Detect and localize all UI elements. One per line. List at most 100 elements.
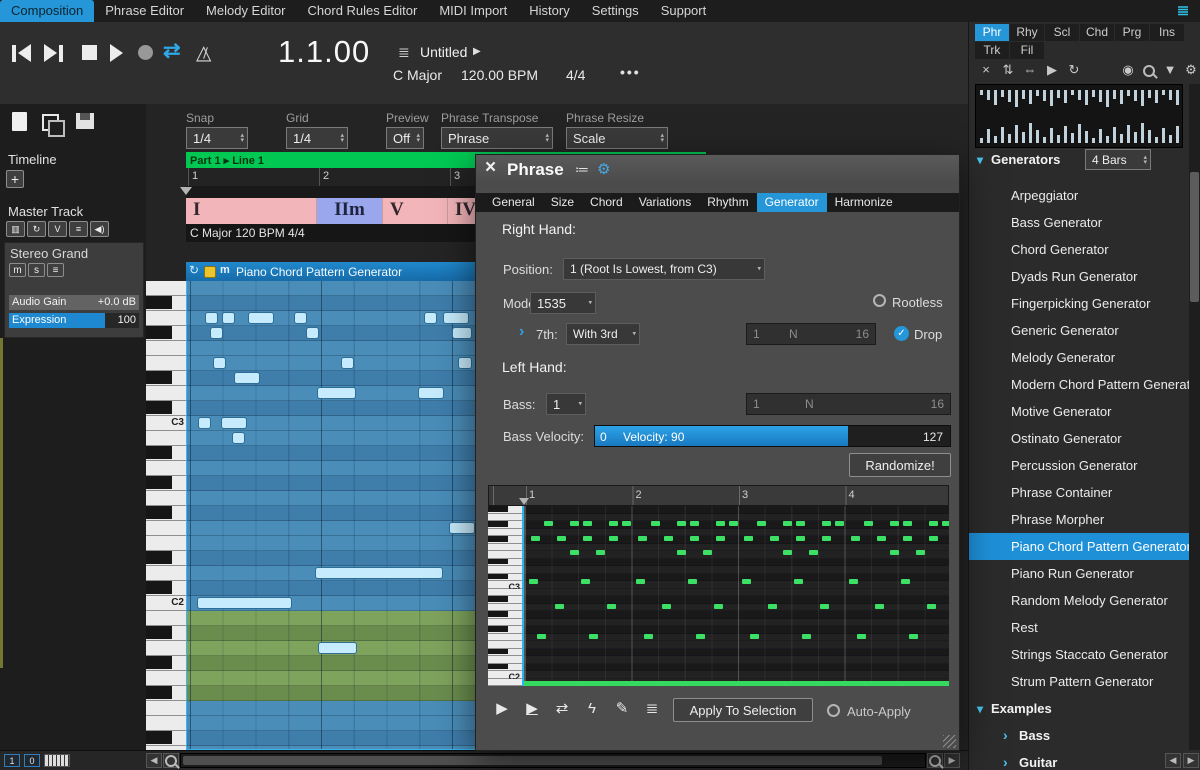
apps-icon[interactable]: ≣ [1172,1,1194,21]
menu-item-composition[interactable]: Composition [0,0,94,22]
panel-tab-chd[interactable]: Chd [1080,24,1114,41]
close-icon[interactable]: × [977,62,995,78]
piano-key[interactable] [146,656,186,671]
scroll-right-button[interactable]: ▶ [1183,753,1199,768]
piano-key[interactable] [488,596,522,604]
menu-item-midi-import[interactable]: MIDI Import [428,0,518,22]
track-menu-button[interactable]: ≡ [47,263,64,277]
midi-note[interactable] [318,642,357,654]
generated-note[interactable] [820,604,829,609]
piano-key[interactable] [146,296,186,311]
song-tempo[interactable]: 120.00 BPM [461,67,538,83]
generated-note[interactable] [794,579,803,584]
menu-item-chord-rules-editor[interactable]: Chord Rules Editor [297,0,429,22]
edit-icon[interactable]: ✎ [610,698,634,720]
go-to-end-button[interactable] [44,44,63,62]
black-key[interactable] [146,446,172,459]
piano-key[interactable] [146,506,186,521]
generator-item-motive-generator[interactable]: Motive Generator [969,398,1189,425]
seventh-dropdown[interactable]: With 3rd▾ [566,323,640,345]
piano-key[interactable] [488,619,522,627]
zoom-in-icon[interactable] [927,753,943,768]
loop-icon[interactable]: ↻ [189,263,199,277]
menu-item-settings[interactable]: Settings [581,0,650,22]
generated-note[interactable] [851,536,860,541]
seventh-range-slider[interactable]: 1 N 16 [746,323,876,345]
generated-note[interactable] [770,536,779,541]
preview-ruler[interactable]: 1234 [488,485,949,506]
generated-note[interactable] [583,536,592,541]
piano-key[interactable] [146,356,186,371]
wrench-icon[interactable]: ⚙ [1182,62,1200,78]
speaker-icon[interactable]: ◀) [90,221,109,237]
play-selection-icon[interactable]: ▶ [520,698,544,720]
generated-note[interactable] [822,521,831,526]
playhead-marker[interactable] [180,187,192,195]
phrase-preview-thumbnail[interactable] [975,84,1183,148]
song-key[interactable]: C Major [393,67,442,83]
song-title[interactable]: Untitled [420,44,467,60]
generated-note[interactable] [877,536,886,541]
record-button[interactable] [138,45,153,60]
generated-note[interactable] [607,604,616,609]
midi-note[interactable] [443,312,469,324]
spinner-icon[interactable]: ▴▾ [660,133,664,143]
generated-note[interactable] [890,521,899,526]
piano-key[interactable] [488,641,522,649]
expander-chevron-icon[interactable]: › [519,323,524,341]
examples-header[interactable]: Examples [991,701,1052,716]
generator-item-phrase-morpher[interactable]: Phrase Morpher [969,506,1189,533]
spinner-icon[interactable]: ▴▾ [240,133,244,143]
midi-note[interactable] [458,357,472,369]
dialog-tab-generator[interactable]: Generator [757,193,827,212]
piano-key[interactable] [488,506,522,514]
save-icon[interactable] [76,113,94,129]
piano-key[interactable] [146,536,186,551]
black-key[interactable] [488,559,508,565]
menu-item-support[interactable]: Support [650,0,718,22]
scrollbar-thumb[interactable] [183,756,882,765]
rootless-radio[interactable] [873,294,886,307]
black-key[interactable] [488,521,508,527]
dialog-tab-general[interactable]: General [484,193,543,212]
piano-key[interactable] [146,431,186,446]
generated-note[interactable] [929,536,938,541]
piano-key[interactable] [146,446,186,461]
piano-key[interactable] [146,701,186,716]
song-title-arrow-icon[interactable]: ▶ [473,46,481,57]
generated-note[interactable] [570,521,579,526]
panel-tab-phr[interactable]: Phr [975,24,1009,41]
generated-note[interactable] [688,579,697,584]
generator-item-piano-run-generator[interactable]: Piano Run Generator [969,560,1189,587]
lock-icon[interactable] [204,266,216,278]
piano-key[interactable] [488,559,522,567]
position-dropdown[interactable]: 1 (Root Is Lowest, from C3)▾ [563,258,765,280]
spinner-icon[interactable]: ▴▾ [545,133,549,143]
piano-key[interactable] [488,664,522,672]
panel-tab-rhy[interactable]: Rhy [1010,24,1044,41]
generated-note[interactable] [677,550,686,555]
black-key[interactable] [488,596,508,602]
midi-note[interactable] [232,432,245,444]
piano-key[interactable] [146,326,186,341]
midi-note[interactable] [222,312,235,324]
duplicate-icon[interactable] [42,114,59,131]
black-key[interactable] [146,581,172,594]
phrase-resize-dropdown[interactable]: Scale▴▾ [566,127,668,149]
midi-note[interactable] [205,312,218,324]
generated-note[interactable] [729,521,738,526]
chord-region-v[interactable]: V [383,198,448,224]
midi-note[interactable] [210,327,223,339]
piano-key[interactable]: C3 [146,416,186,431]
loop-icon[interactable]: ⇄ [550,698,574,720]
piano-key[interactable] [146,581,186,596]
generated-note[interactable] [555,604,564,609]
randomize-button[interactable]: Randomize! [849,453,951,477]
loop-icon[interactable]: ↻ [27,221,46,237]
black-key[interactable] [146,551,172,564]
piano-key[interactable] [488,551,522,559]
chord-region-iim[interactable]: IIm [317,198,383,224]
reload-icon[interactable]: ↻ [1065,62,1083,78]
generated-note[interactable] [583,521,592,526]
generated-note[interactable] [864,521,873,526]
